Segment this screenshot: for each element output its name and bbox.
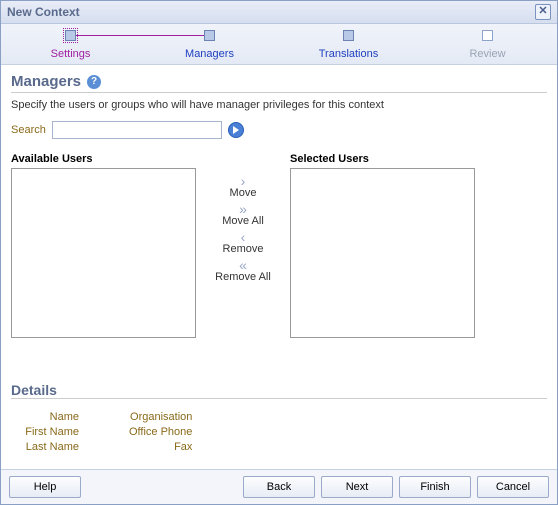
step-label: Settings <box>1 48 140 60</box>
search-input[interactable] <box>52 121 222 139</box>
content: Managers ? Specify the users or groups w… <box>1 65 557 469</box>
available-column: Available Users <box>11 153 196 338</box>
move-all-label: Move All <box>222 215 264 227</box>
step-review: Review <box>418 30 557 60</box>
move-button[interactable]: › Move <box>230 175 257 199</box>
selected-column: Selected Users <box>290 153 475 338</box>
remove-button[interactable]: ‹ Remove <box>223 231 264 255</box>
double-chevron-right-icon: » <box>239 203 247 215</box>
step-label: Review <box>418 48 557 60</box>
search-row: Search <box>11 121 547 139</box>
available-users-list[interactable] <box>11 168 196 338</box>
back-button[interactable]: Back <box>243 476 315 498</box>
divider <box>11 92 547 93</box>
shuttle-controls: › Move » Move All ‹ Remove « Remove All <box>204 153 282 283</box>
detail-org-label: Organisation <box>129 411 192 423</box>
divider <box>11 398 547 399</box>
detail-firstname-label: First Name <box>17 426 79 438</box>
close-icon[interactable]: ✕ <box>535 4 551 20</box>
detail-lastname-label: Last Name <box>17 441 79 453</box>
chevron-left-icon: ‹ <box>241 231 246 243</box>
titlebar: New Context ✕ <box>1 1 557 24</box>
remove-all-button[interactable]: « Remove All <box>215 259 271 283</box>
remove-all-label: Remove All <box>215 271 271 283</box>
step-icon <box>482 30 493 41</box>
double-chevron-left-icon: « <box>239 259 247 271</box>
move-label: Move <box>230 187 257 199</box>
chevron-right-icon: › <box>241 175 246 187</box>
page-title-row: Managers ? <box>11 73 547 90</box>
remove-label: Remove <box>223 243 264 255</box>
spacer <box>87 476 237 498</box>
help-icon[interactable]: ? <box>87 75 101 89</box>
next-button[interactable]: Next <box>321 476 393 498</box>
dialog: New Context ✕ Settings Managers Translat… <box>0 0 558 505</box>
details-left-col: Name First Name Last Name <box>17 411 79 453</box>
page-description: Specify the users or groups who will hav… <box>11 99 547 111</box>
play-icon <box>232 126 240 134</box>
step-icon <box>343 30 354 41</box>
step-icon <box>204 30 215 41</box>
selected-users-list[interactable] <box>290 168 475 338</box>
step-connector <box>68 35 213 36</box>
user-picker: Available Users › Move » Move All ‹ Remo… <box>11 153 547 338</box>
help-button[interactable]: Help <box>9 476 81 498</box>
step-icon <box>65 30 76 41</box>
dialog-title: New Context <box>7 5 80 19</box>
details-right-col: Organisation Office Phone Fax <box>129 411 192 453</box>
detail-name-label: Name <box>17 411 79 423</box>
footer: Help Back Next Finish Cancel <box>1 469 557 504</box>
finish-button[interactable]: Finish <box>399 476 471 498</box>
step-translations[interactable]: Translations <box>279 30 418 60</box>
cancel-button[interactable]: Cancel <box>477 476 549 498</box>
page-title: Managers <box>11 73 81 90</box>
wizard-steps: Settings Managers Translations Review <box>1 24 557 65</box>
detail-phone-label: Office Phone <box>129 426 192 438</box>
detail-fax-label: Fax <box>129 441 192 453</box>
selected-label: Selected Users <box>290 153 475 165</box>
search-go-button[interactable] <box>228 122 244 138</box>
details-title: Details <box>11 382 547 398</box>
search-label: Search <box>11 124 46 136</box>
available-label: Available Users <box>11 153 196 165</box>
details-grid: Name First Name Last Name Organisation O… <box>11 405 547 461</box>
step-label: Translations <box>279 48 418 60</box>
move-all-button[interactable]: » Move All <box>222 203 264 227</box>
step-label: Managers <box>140 48 279 60</box>
